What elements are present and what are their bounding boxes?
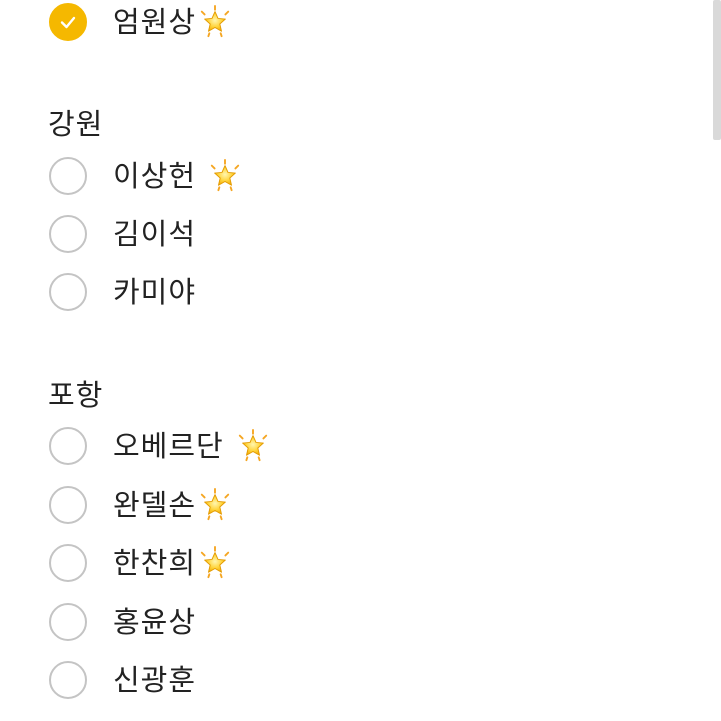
group-heading-pohang: 포항 <box>48 378 104 412</box>
option-label: 오베르단 <box>113 425 270 467</box>
option-shin-gwang-hoon[interactable]: 신광훈 <box>49 659 196 701</box>
option-label: 완델손 <box>113 484 232 526</box>
group-heading-gangwon: 강원 <box>48 107 104 141</box>
option-kamiya[interactable]: 카미야 <box>49 271 196 313</box>
radio-unchecked[interactable] <box>49 215 87 253</box>
radio-unchecked[interactable] <box>49 273 87 311</box>
option-label: 엄원상 <box>113 1 232 43</box>
option-label: 카미야 <box>113 275 197 309</box>
radio-unchecked[interactable] <box>49 486 87 524</box>
glowing-star-icon <box>198 5 232 39</box>
radio-unchecked[interactable] <box>49 661 87 699</box>
radio-unchecked[interactable] <box>49 427 87 465</box>
option-label: 김이석 <box>113 217 197 251</box>
scrollbar[interactable] <box>713 0 721 140</box>
option-label: 신광훈 <box>113 663 197 697</box>
radio-checked[interactable] <box>49 3 87 41</box>
radio-unchecked[interactable] <box>49 157 87 195</box>
option-oberdan[interactable]: 오베르단 <box>49 425 270 467</box>
option-label: 한찬희 <box>113 542 232 584</box>
option-label: 홍윤상 <box>113 605 197 639</box>
glowing-star-icon <box>198 546 232 580</box>
option-eom-won-sang[interactable]: 엄원상 <box>49 1 232 43</box>
option-kim-i-seok[interactable]: 김이석 <box>49 213 196 255</box>
option-han-chan-hee[interactable]: 한찬희 <box>49 542 232 584</box>
option-lee-sang-heon[interactable]: 이상헌 <box>49 155 242 197</box>
option-hong-yun-sang[interactable]: 홍윤상 <box>49 601 196 643</box>
radio-unchecked[interactable] <box>49 544 87 582</box>
check-icon <box>60 16 76 29</box>
glowing-star-icon <box>236 429 270 463</box>
radio-unchecked[interactable] <box>49 603 87 641</box>
option-wanderson[interactable]: 완델손 <box>49 484 232 526</box>
option-label: 이상헌 <box>113 155 242 197</box>
glowing-star-icon <box>198 488 232 522</box>
glowing-star-icon <box>208 159 242 193</box>
